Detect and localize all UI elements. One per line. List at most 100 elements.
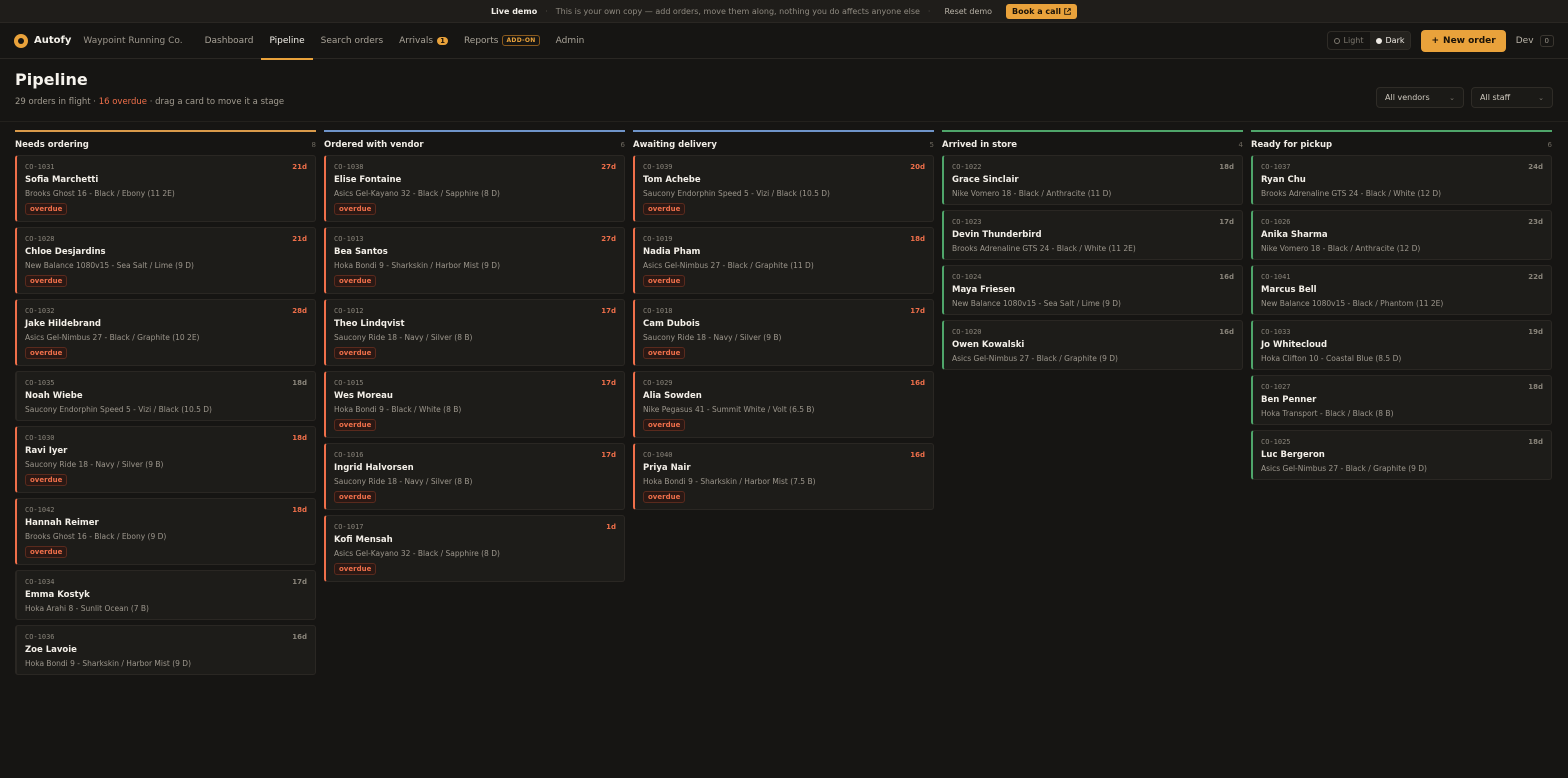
nav-pipeline[interactable]: Pipeline bbox=[261, 23, 313, 60]
order-age: 17d bbox=[601, 307, 616, 315]
order-item: Hoka Bondi 9 - Sharkskin / Harbor Mist (… bbox=[334, 261, 501, 270]
order-card[interactable]: CO-1032 28d Jake Hildebrand Asics Gel-Nimbu… bbox=[15, 299, 316, 366]
staff-filter-select[interactable]: All staff ⌄ bbox=[1471, 87, 1553, 108]
order-card[interactable]: CO-1015 17d Wes Moreau Hoka Bondi 9 - Black… bbox=[324, 371, 625, 438]
chevron-down-icon: ⌄ bbox=[1538, 93, 1544, 102]
nav-admin[interactable]: Admin bbox=[548, 23, 593, 59]
summary-overdue: 16 overdue bbox=[98, 97, 148, 107]
order-card[interactable]: CO-1016 17d Ingrid Halvorsen Saucony Ride 1… bbox=[324, 443, 625, 510]
nav-search-orders[interactable]: Search orders bbox=[313, 23, 391, 59]
order-card[interactable]: CO-1029 16d Alia Sowden Nike Pegasus 41 - S… bbox=[633, 371, 934, 438]
order-card[interactable]: CO-1025 18d Luc Bergeron Asics Gel-Nimbus 2… bbox=[1251, 430, 1552, 480]
order-card[interactable]: CO-1023 17d Devin Thunderbird Brooks Adrena… bbox=[942, 210, 1243, 260]
overdue-badge: overdue bbox=[643, 491, 686, 503]
order-card[interactable]: CO-1034 17d Emma Kostyk Hoka Arahi 8 - Sunl… bbox=[15, 570, 316, 620]
order-card[interactable]: CO-1030 18d Ravi Iyer Saucony Ride 18 - Nav… bbox=[15, 426, 316, 493]
card-top: CO-1020 16d bbox=[952, 328, 1234, 336]
order-id: CO-1040 bbox=[643, 451, 673, 459]
order-age: 18d bbox=[1528, 438, 1543, 446]
order-card[interactable]: CO-1024 16d Maya Friesen New Balance 1080v1… bbox=[942, 265, 1243, 315]
order-card[interactable]: CO-1038 27d Elise Fontaine Asics Gel-Kayano… bbox=[324, 155, 625, 222]
logo[interactable]: Autofy bbox=[14, 33, 71, 48]
overdue-badge: overdue bbox=[643, 203, 686, 215]
order-age: 23d bbox=[1528, 218, 1543, 226]
column-title: Arrived in store bbox=[942, 139, 1018, 150]
order-item: Hoka Arahi 8 - Sunlit Ocean (7 B) bbox=[25, 604, 149, 613]
column-header: Needs ordering 8 bbox=[15, 130, 316, 150]
header-divider bbox=[0, 121, 1568, 122]
order-card[interactable]: CO-1040 16d Priya Nair Hoka Bondi 9 - Shark… bbox=[633, 443, 934, 510]
column-header: Arrived in store 4 bbox=[942, 130, 1243, 150]
card-top: CO-1019 18d bbox=[643, 235, 925, 243]
order-age: 27d bbox=[601, 235, 616, 243]
order-card[interactable]: CO-1035 18d Noah Wiebe Saucony Endorphin Sp… bbox=[15, 371, 316, 421]
order-card[interactable]: CO-1012 17d Theo Lindqvist Saucony Ride 18 … bbox=[324, 299, 625, 366]
order-item: Nike Vomero 18 - Black / Anthracite (12 … bbox=[1261, 244, 1421, 253]
reset-demo-button[interactable]: Reset demo bbox=[938, 7, 998, 16]
vendor-filter-select[interactable]: All vendors ⌄ bbox=[1376, 87, 1464, 108]
page-header: Pipeline 29 orders in flight · 16 overdu… bbox=[15, 70, 284, 107]
overdue-badge: overdue bbox=[643, 275, 686, 287]
order-card[interactable]: CO-1018 17d Cam Dubois Saucony Ride 18 - Na… bbox=[633, 299, 934, 366]
nav-dashboard[interactable]: Dashboard bbox=[197, 23, 262, 59]
column-count: 6 bbox=[620, 140, 625, 149]
order-id: CO-1038 bbox=[334, 163, 364, 171]
order-card[interactable]: CO-1027 18d Ben Penner Hoka Transport - Bla… bbox=[1251, 375, 1552, 425]
order-card[interactable]: CO-1020 16d Owen Kowalski Asics Gel-Nimbus … bbox=[942, 320, 1243, 370]
column-title: Awaiting delivery bbox=[633, 139, 717, 150]
order-card[interactable]: CO-1022 18d Grace Sinclair Nike Vomero 18 -… bbox=[942, 155, 1243, 205]
order-item: Hoka Clifton 10 - Coastal Blue (8.5 D) bbox=[1261, 354, 1402, 363]
order-item: Hoka Bondi 9 - Sharkskin / Harbor Mist (… bbox=[643, 477, 816, 486]
book-call-button[interactable]: Book a call bbox=[1006, 3, 1078, 19]
order-age: 18d bbox=[910, 235, 925, 243]
order-card[interactable]: CO-1026 23d Anika Sharma Nike Vomero 18 - B… bbox=[1251, 210, 1552, 260]
nav-reports-label: Reports bbox=[463, 35, 499, 46]
order-age: 18d bbox=[292, 506, 307, 514]
order-item: New Balance 1080v15 - Sea Salt / Lime (9… bbox=[25, 261, 194, 270]
card-top: CO-1016 17d bbox=[334, 451, 616, 459]
order-id: CO-1026 bbox=[1261, 218, 1291, 226]
overdue-badge: overdue bbox=[334, 275, 377, 287]
order-age: 21d bbox=[292, 163, 307, 171]
order-id: CO-1012 bbox=[334, 307, 364, 315]
order-card[interactable]: CO-1019 18d Nadia Pham Asics Gel-Nimbus 27 … bbox=[633, 227, 934, 294]
order-item: Hoka Bondi 9 - Sharkskin / Harbor Mist (… bbox=[25, 659, 192, 668]
customer-name: Anika Sharma bbox=[1261, 230, 1328, 240]
column-header: Awaiting delivery 5 bbox=[633, 130, 934, 150]
theme-dark-option[interactable]: Dark bbox=[1369, 32, 1411, 49]
order-card[interactable]: CO-1036 16d Zoe Lavoie Hoka Bondi 9 - Shark… bbox=[15, 625, 316, 675]
order-card[interactable]: CO-1041 22d Marcus Bell New Balance 1080v15… bbox=[1251, 265, 1552, 315]
nav-search-orders-label: Search orders bbox=[320, 35, 384, 46]
column-header: Ordered with vendor 6 bbox=[324, 130, 625, 150]
order-card[interactable]: CO-1037 24d Ryan Chu Brooks Adrenaline GTS … bbox=[1251, 155, 1552, 205]
nav-arrivals[interactable]: Arrivals 1 bbox=[391, 23, 456, 59]
order-card[interactable]: CO-1028 21d Chloe Desjardins New Balance 10… bbox=[15, 227, 316, 294]
overdue-badge: overdue bbox=[643, 347, 686, 359]
order-id: CO-1034 bbox=[25, 578, 55, 586]
theme-light-option[interactable]: Light bbox=[1328, 32, 1370, 49]
new-order-button[interactable]: + New order bbox=[1421, 29, 1506, 52]
theme-toggle: Light Dark bbox=[1326, 31, 1412, 50]
order-id: CO-1015 bbox=[334, 379, 364, 387]
customer-name: Noah Wiebe bbox=[25, 391, 83, 401]
overdue-badge: overdue bbox=[334, 203, 377, 215]
nav-dashboard-label: Dashboard bbox=[204, 35, 254, 46]
card-top: CO-1035 18d bbox=[25, 379, 307, 387]
order-item: Nike Vomero 18 - Black / Anthracite (11 … bbox=[952, 189, 1112, 198]
order-card[interactable]: CO-1039 20d Tom Achebe Saucony Endorphin Sp… bbox=[633, 155, 934, 222]
user-menu[interactable]: Dev 0 bbox=[1516, 34, 1554, 47]
chevron-down-icon: ⌄ bbox=[1449, 93, 1455, 102]
order-card[interactable]: CO-1017 1d Kofi Mensah Asics Gel-Kayano 32 … bbox=[324, 515, 625, 582]
column-awaiting: Awaiting delivery 5 CO-1039 20d Tom Achebe Sa… bbox=[633, 130, 934, 680]
order-item: Asics Gel-Kayano 32 - Black / Sapphire (… bbox=[334, 189, 500, 198]
order-item: Nike Pegasus 41 - Summit White / Volt (6… bbox=[643, 405, 815, 414]
order-card[interactable]: CO-1031 21d Sofia Marchetti Brooks Ghost 16… bbox=[15, 155, 316, 222]
order-card[interactable]: CO-1013 27d Bea Santos Hoka Bondi 9 - Shark… bbox=[324, 227, 625, 294]
order-card[interactable]: CO-1033 19d Jo Whitecloud Hoka Clifton 10 -… bbox=[1251, 320, 1552, 370]
store-name[interactable]: Waypoint Running Co. bbox=[83, 36, 182, 46]
nav-reports[interactable]: Reports ADD-ON bbox=[456, 23, 548, 59]
order-card[interactable]: CO-1042 18d Hannah Reimer Brooks Ghost 16 -… bbox=[15, 498, 316, 565]
banner-separator: · bbox=[927, 6, 931, 16]
overdue-badge: overdue bbox=[334, 491, 377, 503]
column-header: Ready for pickup 6 bbox=[1251, 130, 1552, 150]
